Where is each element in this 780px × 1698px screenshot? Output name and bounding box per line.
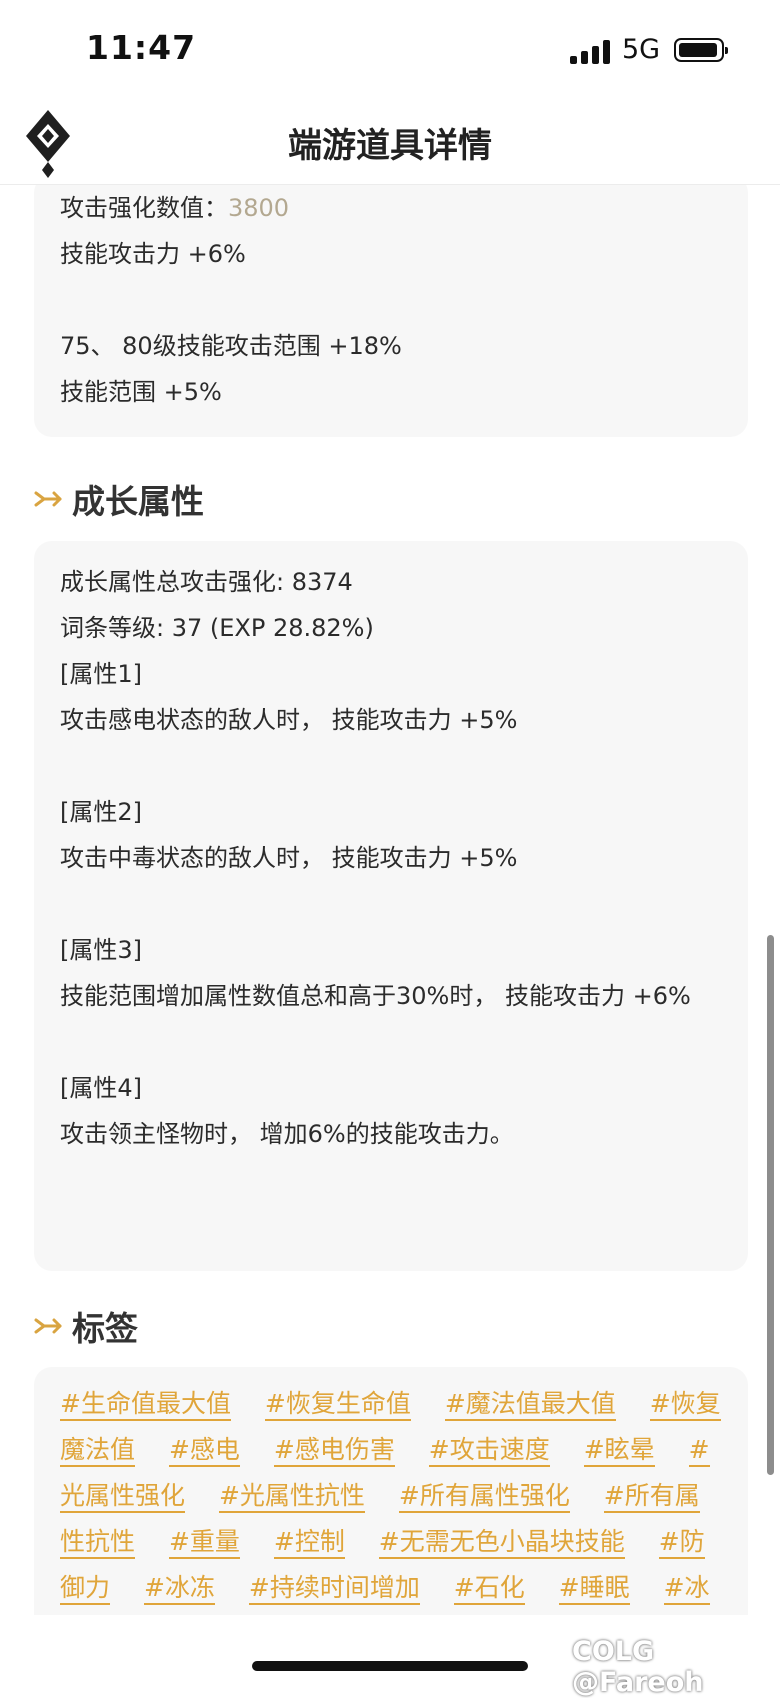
tag-link[interactable]: #冰冻 xyxy=(143,1573,215,1605)
attack-boost-value: 3800 xyxy=(228,194,290,222)
tag-link[interactable]: #生命值最大值 xyxy=(60,1389,231,1421)
battery-icon xyxy=(674,38,728,62)
tag-link[interactable]: #光属性抗性 xyxy=(218,1481,365,1513)
tag-list: #生命值最大值 #恢复生命值 #魔法值最大值 #恢复魔法值 #感电 #感电伤害 … xyxy=(60,1381,722,1615)
tag-link[interactable]: #魔法值最大值 xyxy=(444,1389,616,1421)
skill-range-level-line: 75、 80级技能攻击范围 +18% xyxy=(60,332,402,360)
signal-icon xyxy=(570,40,612,64)
detail-content[interactable]: 攻击强化数值：3800 技能攻击力 +6% 75、 80级技能攻击范围 +18%… xyxy=(0,185,780,1615)
growth-level-line: 词条等级: 37 (EXP 28.82%) xyxy=(60,614,374,642)
growth-section-header: 成长属性 xyxy=(34,469,204,529)
status-time: 11:47 xyxy=(86,28,197,67)
nav-bar: 端游道具详情 xyxy=(0,100,780,185)
attack-boost-line: 攻击强化数值：3800 xyxy=(60,185,722,231)
attr4-text: 攻击领主怪物时， 增加6%的技能攻击力。 xyxy=(60,1120,514,1148)
tag-link[interactable]: #持续时间增加 xyxy=(248,1573,420,1605)
growth-attributes-card: 成长属性总攻击强化: 8374 词条等级: 37 (EXP 28.82%) [属… xyxy=(34,541,748,1271)
watermark-text: COLG @Fareoh xyxy=(572,1636,704,1698)
tag-link[interactable]: #无需无色小晶块技能 xyxy=(378,1527,625,1559)
growth-total-line: 成长属性总攻击强化: 8374 xyxy=(60,568,353,596)
skill-attack-line: 技能攻击力 +6% xyxy=(60,240,246,268)
tags-card: #生命值最大值 #恢复生命值 #魔法值最大值 #恢复魔法值 #感电 #感电伤害 … xyxy=(34,1367,748,1615)
tag-link[interactable]: #感电 xyxy=(168,1435,240,1467)
attr3-text: 技能范围增加属性数值总和高于30%时， 技能攻击力 +6% xyxy=(60,982,691,1010)
page-title: 端游道具详情 xyxy=(288,126,492,166)
attr4-label: [属性4] xyxy=(60,1074,142,1102)
attack-boost-label: 攻击强化数值： xyxy=(60,194,228,222)
network-label: 5G xyxy=(622,34,661,65)
attr1-label: [属性1] xyxy=(60,660,142,688)
tag-link[interactable]: #眩晕 xyxy=(583,1435,655,1467)
tag-link[interactable]: #恢复生命值 xyxy=(264,1389,411,1421)
attr2-label: [属性2] xyxy=(60,798,142,826)
tags-section-header: 标签 xyxy=(34,1296,138,1356)
status-bar: 11:47 5G xyxy=(0,0,780,100)
tag-link[interactable]: #石化 xyxy=(453,1573,525,1605)
attr2-text: 攻击中毒状态的敌人时， 技能攻击力 +5% xyxy=(60,844,518,872)
tag-link[interactable]: #睡眠 xyxy=(558,1573,630,1605)
attr1-text: 攻击感电状态的敌人时， 技能攻击力 +5% xyxy=(60,706,518,734)
home-indicator[interactable] xyxy=(252,1661,528,1671)
attr3-label: [属性3] xyxy=(60,936,142,964)
skill-range-line: 技能范围 +5% xyxy=(60,378,222,406)
growth-section-title: 成长属性 xyxy=(72,482,204,521)
tag-link[interactable]: #感电伤害 xyxy=(273,1435,395,1467)
base-attributes-card: 攻击强化数值：3800 技能攻击力 +6% 75、 80级技能攻击范围 +18%… xyxy=(34,185,748,437)
scrollbar[interactable] xyxy=(767,935,774,1475)
arrow-right-icon xyxy=(34,491,62,507)
arrow-right-icon xyxy=(34,1318,62,1334)
tag-link[interactable]: #攻击速度 xyxy=(428,1435,550,1467)
tags-section-title: 标签 xyxy=(72,1309,138,1348)
tag-link[interactable]: #重量 xyxy=(168,1527,240,1559)
tag-link[interactable]: #控制 xyxy=(273,1527,345,1559)
tag-link[interactable]: #所有属性强化 xyxy=(398,1481,570,1513)
